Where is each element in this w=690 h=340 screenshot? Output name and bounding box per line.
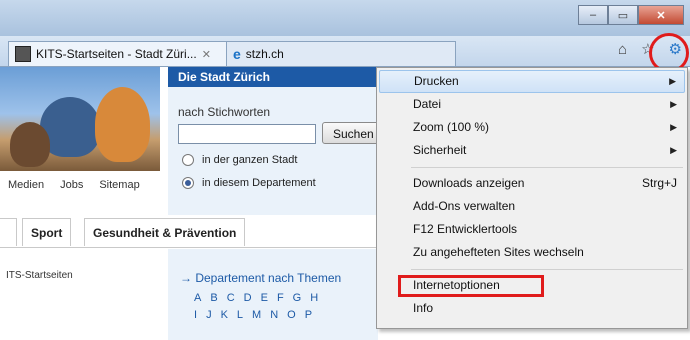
header-photo — [0, 67, 160, 171]
menu-item-label: Sicherheit — [413, 143, 467, 157]
submenu-arrow-icon: ▶ — [670, 99, 677, 109]
annotation-box — [398, 275, 544, 297]
menu-item-label: Zu angehefteten Sites wechseln — [413, 245, 584, 259]
menu-item-label: Drucken — [414, 74, 459, 88]
menu-item-label: F12 Entwicklertools — [413, 222, 518, 236]
link-sitemap[interactable]: Sitemap — [99, 179, 139, 191]
tab-label: stzh.ch — [245, 47, 284, 61]
search-button[interactable]: Suchen — [322, 122, 382, 144]
window-controls: – ▭ ✕ — [578, 5, 684, 25]
alpha-link[interactable]: P — [305, 309, 312, 321]
menu-item-sicherheit[interactable]: Sicherheit ▶ — [379, 139, 685, 162]
menu-separator — [411, 167, 683, 168]
alpha-link[interactable]: F — [277, 292, 284, 304]
submenu-arrow-icon: ▶ — [669, 76, 676, 86]
alpha-link[interactable]: N — [270, 309, 278, 321]
alpha-link[interactable]: D — [244, 292, 252, 304]
menu-item-label: Info — [413, 301, 434, 315]
menu-item-downloads[interactable]: Downloads anzeigen Strg+J — [379, 172, 685, 195]
menu-item-label: Downloads anzeigen — [413, 176, 525, 190]
stadt-title-bar: Die Stadt Zürich — [168, 67, 378, 87]
menu-separator — [411, 269, 683, 270]
site-favicon-icon — [15, 46, 31, 62]
alpha-link[interactable]: B — [210, 292, 217, 304]
tab-close-icon[interactable]: ✕ — [202, 48, 211, 61]
nav-tabs: Sport Gesundheit & Prävention — [0, 213, 380, 248]
menu-item-drucken[interactable]: Drucken ▶ — [379, 70, 685, 93]
tab-stzh[interactable]: e stzh.ch — [226, 41, 456, 66]
alpha-link[interactable]: M — [252, 309, 261, 321]
radio-selected-icon — [182, 177, 194, 189]
submenu-arrow-icon: ▶ — [670, 122, 677, 132]
search-panel: nach Stichworten Suchen in der ganzen St… — [168, 87, 382, 215]
menu-item-label: Datei — [413, 97, 442, 111]
window-titlebar: – ▭ ✕ — [0, 0, 690, 36]
menu-item-f12-devtools[interactable]: F12 Entwicklertools — [379, 218, 685, 241]
radio-whole-city[interactable]: in der ganzen Stadt — [182, 154, 297, 166]
home-icon[interactable]: ⌂ — [618, 41, 627, 58]
link-medien[interactable]: Medien — [8, 179, 44, 191]
tab-label: KITS-Startseiten - Stadt Züri... — [36, 47, 197, 61]
link-jobs[interactable]: Jobs — [60, 179, 83, 191]
search-input[interactable] — [178, 124, 316, 144]
menu-item-zoom[interactable]: Zoom (100 %) ▶ — [379, 116, 685, 139]
search-label: nach Stichworten — [178, 105, 271, 119]
menu-shortcut: Strg+J — [641, 176, 677, 190]
menu-item-addons[interactable]: Add-Ons verwalten — [379, 195, 685, 218]
alpha-link[interactable]: G — [293, 292, 302, 304]
departement-link[interactable]: → Departement nach Themen — [180, 271, 341, 285]
alpha-link[interactable]: A — [194, 292, 201, 304]
minimize-button[interactable]: – — [578, 5, 608, 25]
maximize-button[interactable]: ▭ — [608, 5, 638, 25]
tab-gesundheit[interactable]: Gesundheit & Prävention — [84, 218, 246, 246]
menu-item-datei[interactable]: Datei ▶ — [379, 93, 685, 116]
alpha-link[interactable]: L — [237, 309, 243, 321]
breadcrumb[interactable]: ITS-Startseiten — [6, 270, 73, 281]
submenu-arrow-icon: ▶ — [670, 145, 677, 155]
menu-item-info[interactable]: Info — [379, 297, 685, 320]
ie-icon: e — [233, 46, 241, 62]
tab-previous[interactable] — [0, 218, 17, 246]
alphabet-row: A B C D E F G H — [194, 292, 318, 304]
alpha-link[interactable]: J — [206, 309, 212, 321]
alpha-link[interactable]: O — [287, 309, 296, 321]
alpha-link[interactable]: E — [261, 292, 268, 304]
close-button[interactable]: ✕ — [638, 5, 684, 25]
alpha-link[interactable]: C — [227, 292, 235, 304]
radio-label: in der ganzen Stadt — [202, 154, 298, 166]
alphabet-row: I J K L M N O P — [194, 309, 312, 321]
menu-item-label: Add-Ons verwalten — [413, 199, 516, 213]
tab-sport[interactable]: Sport — [22, 218, 72, 246]
alpha-link[interactable]: K — [221, 309, 228, 321]
departement-panel: → Departement nach Themen A B C D E F G … — [168, 249, 378, 340]
alpha-link[interactable]: I — [194, 309, 197, 321]
tab-bar: KITS-Startseiten - Stadt Züri... ✕ e stz… — [0, 36, 690, 67]
radio-icon — [182, 154, 194, 166]
radio-label: in diesem Departement — [202, 177, 316, 189]
top-links: Medien Jobs Sitemap — [8, 179, 140, 191]
tab-kits-startseiten[interactable]: KITS-Startseiten - Stadt Züri... ✕ — [8, 41, 238, 66]
radio-this-department[interactable]: in diesem Departement — [182, 177, 316, 189]
alpha-link[interactable]: H — [310, 292, 318, 304]
menu-item-label: Zoom (100 %) — [413, 120, 490, 134]
menu-item-pinned-sites[interactable]: Zu angehefteten Sites wechseln — [379, 241, 685, 264]
